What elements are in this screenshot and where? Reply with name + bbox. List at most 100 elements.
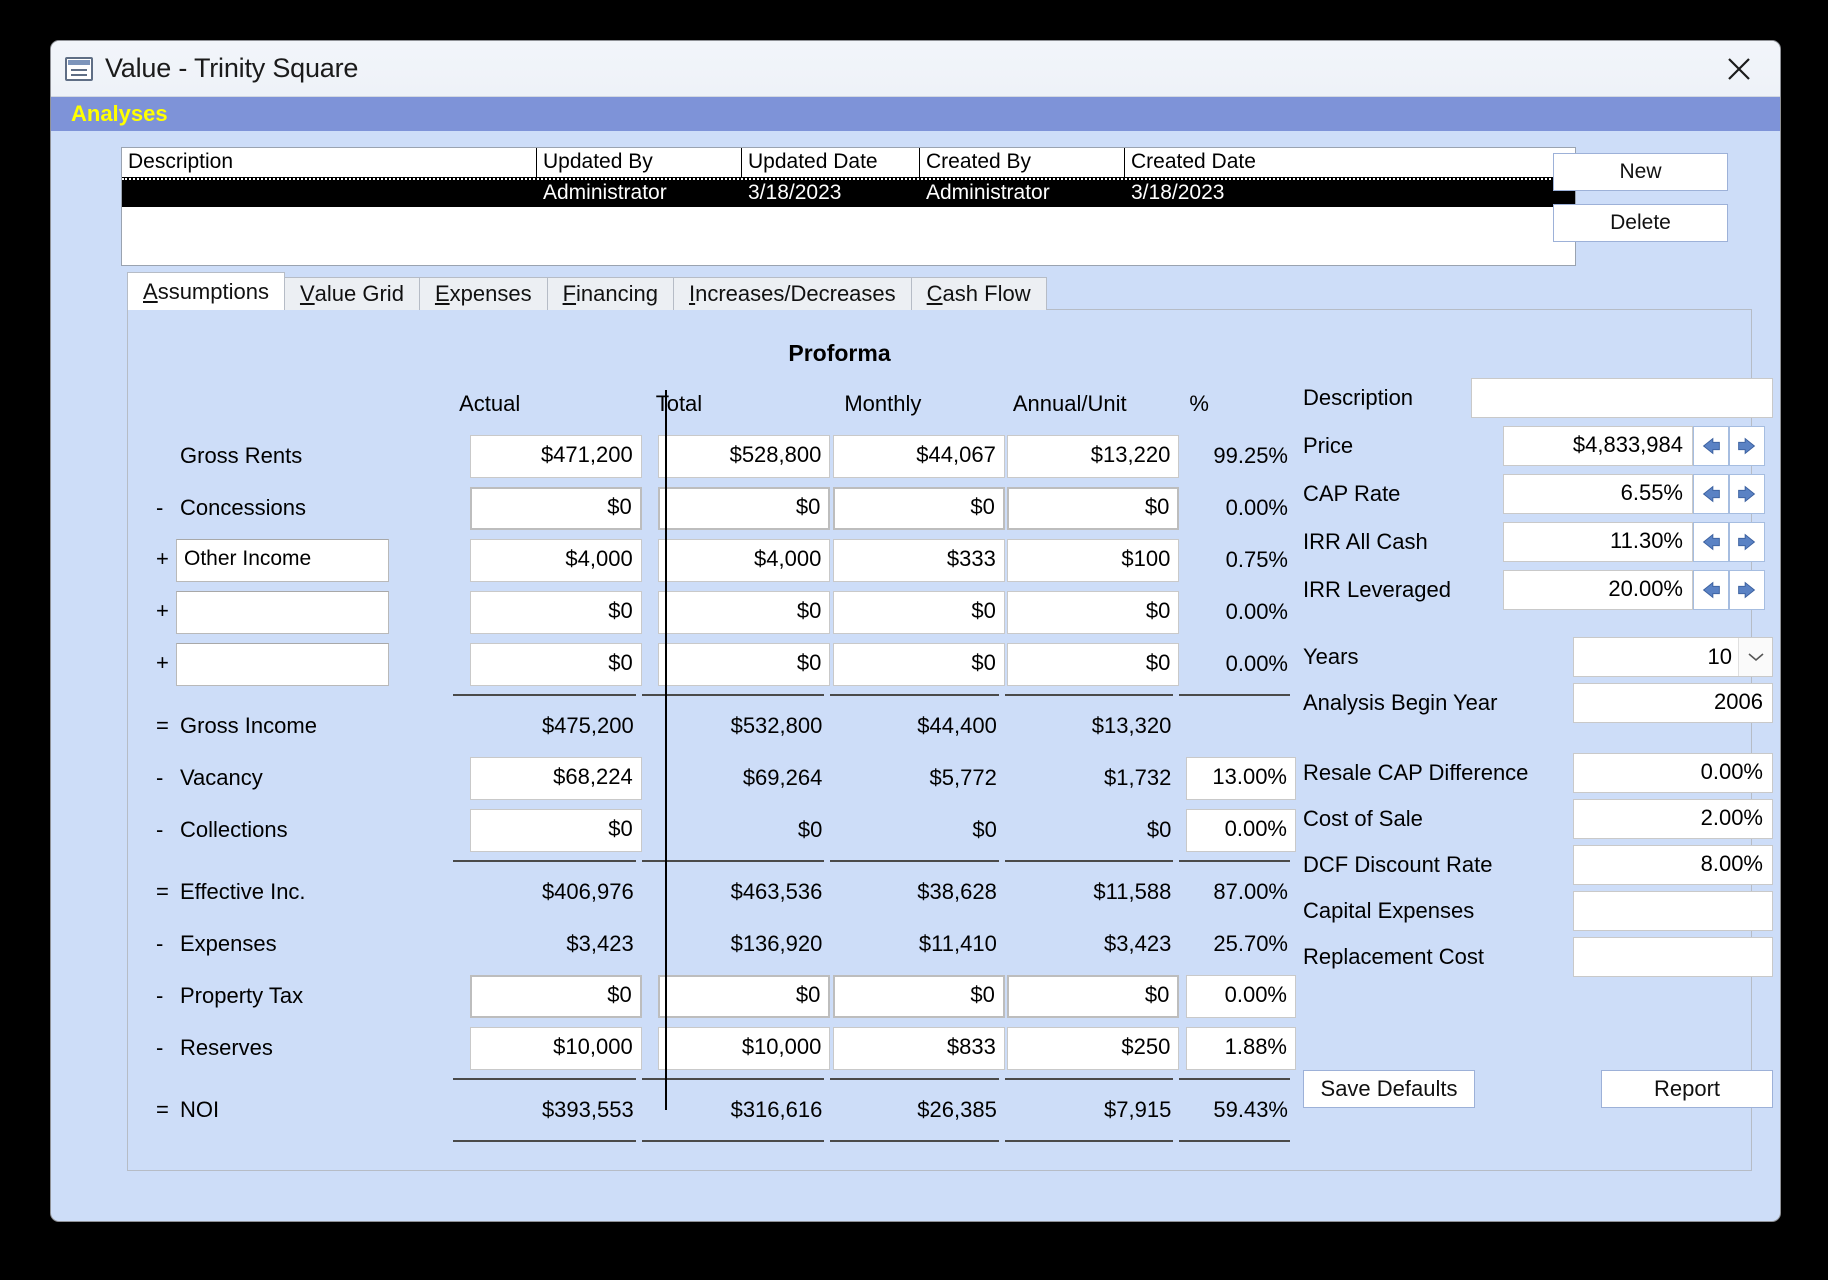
input-percent[interactable]: 13.00% [1186, 756, 1296, 800]
row-name-input[interactable] [176, 590, 389, 634]
metric-field[interactable]: 11.30% [1503, 521, 1693, 562]
proforma-row: + $0 $0 $0 $0 0.00% [156, 638, 1296, 690]
tab-financing[interactable]: Financing [546, 277, 674, 310]
row-name-input[interactable]: Other Income [176, 538, 389, 582]
description-field[interactable] [1471, 377, 1773, 418]
metrics-group: Price $4,833,984 CAP Rate 6.55% IRR All Cash… [1303, 424, 1773, 611]
input-actual[interactable]: $471,200 [469, 434, 642, 478]
column-header-created-date[interactable]: Created Date [1125, 148, 1575, 177]
tab-assumptions[interactable]: Assumptions [127, 272, 285, 310]
input-actual[interactable]: $0 [469, 590, 642, 634]
input-annual-unit[interactable]: $0 [1007, 642, 1180, 686]
begin-year-field[interactable]: 2006 [1573, 683, 1773, 723]
input-monthly[interactable]: $0 [832, 642, 1005, 686]
parameter-field[interactable]: 2.00% [1573, 799, 1773, 839]
description-row: Description [1303, 376, 1773, 419]
report-button[interactable]: Report [1601, 1070, 1773, 1108]
cell-monthly: $0 [830, 970, 1005, 1022]
input-actual[interactable]: $4,000 [469, 538, 642, 582]
arrow-right-icon[interactable] [1729, 521, 1765, 562]
metric-field[interactable]: 20.00% [1503, 569, 1693, 610]
input-annual-unit[interactable]: $250 [1007, 1026, 1180, 1070]
rule-segment [830, 1136, 1004, 1146]
rule-segment [641, 856, 831, 866]
row-name-input[interactable] [176, 642, 389, 686]
proforma-row: = Effective Inc. $406,976 $463,536 $38,628 $1… [156, 866, 1296, 918]
rule-segment [1179, 690, 1296, 700]
save-defaults-button[interactable]: Save Defaults [1303, 1070, 1475, 1108]
input-percent[interactable]: 0.00% [1186, 974, 1296, 1018]
input-total[interactable]: $0 [658, 590, 831, 634]
input-total[interactable]: $0 [658, 486, 831, 530]
cell-actual: $0 [453, 586, 642, 638]
arrow-left-icon[interactable] [1693, 569, 1729, 610]
column-header-total: Total [655, 391, 703, 416]
input-monthly[interactable]: $0 [832, 974, 1005, 1018]
delete-button[interactable]: Delete [1553, 204, 1728, 242]
column-header-created-by[interactable]: Created By [920, 148, 1125, 177]
input-actual[interactable]: $68,224 [469, 756, 642, 800]
input-annual-unit[interactable]: $0 [1007, 590, 1180, 634]
arrow-right-icon[interactable] [1729, 425, 1765, 466]
arrow-right-icon[interactable] [1729, 569, 1765, 610]
years-row: Years 10 [1303, 637, 1773, 677]
row-sign: - [156, 931, 164, 956]
input-actual[interactable]: $10,000 [469, 1026, 642, 1070]
input-monthly[interactable]: $0 [832, 590, 1005, 634]
input-annual-unit[interactable]: $13,220 [1007, 434, 1180, 478]
tab-expenses[interactable]: Expenses [418, 277, 548, 310]
arrow-left-icon[interactable] [1693, 425, 1729, 466]
close-icon[interactable] [1716, 49, 1762, 89]
section-rule [156, 1136, 1296, 1146]
input-total[interactable]: $10,000 [658, 1026, 831, 1070]
arrow-left-icon[interactable] [1693, 521, 1729, 562]
cell-annual-unit: $7,915 [1005, 1084, 1179, 1136]
parameter-field[interactable]: 0.00% [1573, 753, 1773, 793]
tab-increases-decreases[interactable]: Increases/Decreases [672, 277, 912, 310]
input-actual[interactable]: $0 [469, 642, 642, 686]
input-monthly[interactable]: $44,067 [832, 434, 1005, 478]
input-annual-unit[interactable]: $0 [1007, 486, 1180, 530]
column-header-actual: Actual [459, 391, 521, 416]
column-header-updated-date[interactable]: Updated Date [742, 148, 920, 177]
input-percent[interactable]: 0.00% [1186, 808, 1296, 852]
input-actual[interactable]: $0 [469, 486, 642, 530]
column-header-description[interactable]: Description [122, 148, 537, 177]
new-button[interactable]: New [1553, 153, 1728, 191]
tab-cash-flow[interactable]: Cash Flow [910, 277, 1047, 310]
table-row[interactable]: Administrator 3/18/2023 Administrator 3/… [122, 178, 1575, 207]
tab-value-grid[interactable]: Value Grid [283, 277, 420, 310]
input-monthly[interactable]: $833 [832, 1026, 1005, 1070]
input-actual[interactable]: $0 [469, 974, 642, 1018]
input-actual[interactable]: $0 [469, 808, 642, 852]
input-monthly[interactable]: $333 [832, 538, 1005, 582]
rule-segment [1004, 856, 1179, 866]
arrow-left-icon[interactable] [1693, 473, 1729, 514]
metric-field[interactable]: 6.55% [1503, 473, 1693, 514]
value-monthly: $5,772 [929, 765, 997, 790]
input-annual-unit[interactable]: $0 [1007, 974, 1180, 1018]
input-percent[interactable]: 1.88% [1186, 1026, 1296, 1070]
input-total[interactable]: $0 [658, 642, 831, 686]
row-label-cell: - Expenses [156, 918, 453, 970]
arrow-right-icon[interactable] [1729, 473, 1765, 514]
parameter-field[interactable]: 8.00% [1573, 845, 1773, 885]
years-select[interactable]: 10 [1573, 637, 1773, 677]
parameter-field[interactable] [1573, 937, 1773, 977]
value-total: $532,800 [730, 713, 823, 738]
analyses-grid-area: Description Updated By Updated Date Crea… [51, 131, 1780, 266]
analyses-grid[interactable]: Description Updated By Updated Date Crea… [121, 147, 1576, 266]
column-header-updated-by[interactable]: Updated By [537, 148, 742, 177]
input-total[interactable]: $528,800 [658, 434, 831, 478]
input-monthly[interactable]: $0 [832, 486, 1005, 530]
proforma-row: + Other Income $4,000 $4,000 $333 $100 0.75% [156, 534, 1296, 586]
input-annual-unit[interactable]: $100 [1007, 538, 1180, 582]
input-total[interactable]: $0 [658, 974, 831, 1018]
chevron-down-icon[interactable] [1738, 638, 1772, 676]
cell-percent: 0.00% [1179, 586, 1296, 638]
input-total[interactable]: $4,000 [658, 538, 831, 582]
years-label: Years [1303, 644, 1359, 669]
rule-line [830, 694, 999, 696]
parameter-field[interactable] [1573, 891, 1773, 931]
metric-field[interactable]: $4,833,984 [1503, 425, 1693, 466]
